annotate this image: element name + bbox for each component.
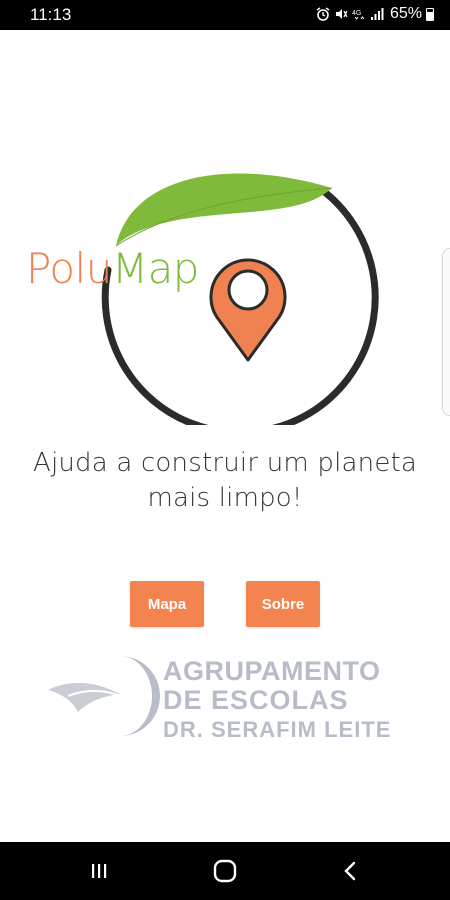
battery-percent: 65%: [389, 5, 422, 22]
status-bar: 11:13 4G 65%: [0, 0, 450, 30]
battery-icon: [426, 7, 434, 21]
navigation-bar: [0, 842, 450, 900]
logo-text-map: Map: [111, 244, 200, 293]
recents-icon[interactable]: [85, 858, 113, 884]
tagline-line1: Ajuda a construir um planeta: [32, 448, 418, 478]
status-time: 11:13: [30, 5, 72, 24]
tagline: Ajuda a construir um planeta mais limpo!: [0, 446, 450, 516]
logo-text: PoluMap: [26, 248, 199, 290]
logo-text-polu: Polu: [26, 244, 112, 293]
school-name-line1: AGRUPAMENTO: [163, 656, 381, 686]
edge-panel-handle[interactable]: [442, 248, 450, 416]
app-screen: 11:13 4G 65% PoluMap Ajuda a construir u…: [0, 0, 450, 900]
back-icon[interactable]: [337, 858, 365, 884]
svg-text:4G: 4G: [352, 10, 361, 17]
mute-icon: [335, 9, 348, 19]
school-name-line3: DR. SERAFIM LEITE: [163, 717, 392, 742]
signal-icon: [370, 8, 384, 20]
4g-icon: 4G: [352, 10, 365, 20]
polumap-logo: PoluMap: [20, 150, 420, 436]
school-emblem-icon: [48, 656, 160, 736]
school-name-line2: DE ESCOLAS: [163, 685, 349, 715]
leaf-icon: [116, 173, 332, 246]
sobre-button[interactable]: Sobre: [246, 581, 320, 627]
status-icons: 4G 65%: [316, 5, 434, 23]
alarm-icon: [316, 7, 330, 21]
home-icon[interactable]: [211, 858, 239, 884]
school-name: AGRUPAMENTO DE ESCOLAS DR. SERAFIM LEITE: [163, 657, 391, 744]
mapa-button[interactable]: Mapa: [130, 581, 204, 627]
school-logo: AGRUPAMENTO DE ESCOLAS DR. SERAFIM LEITE: [48, 650, 408, 745]
tagline-line2: mais limpo!: [147, 483, 303, 513]
